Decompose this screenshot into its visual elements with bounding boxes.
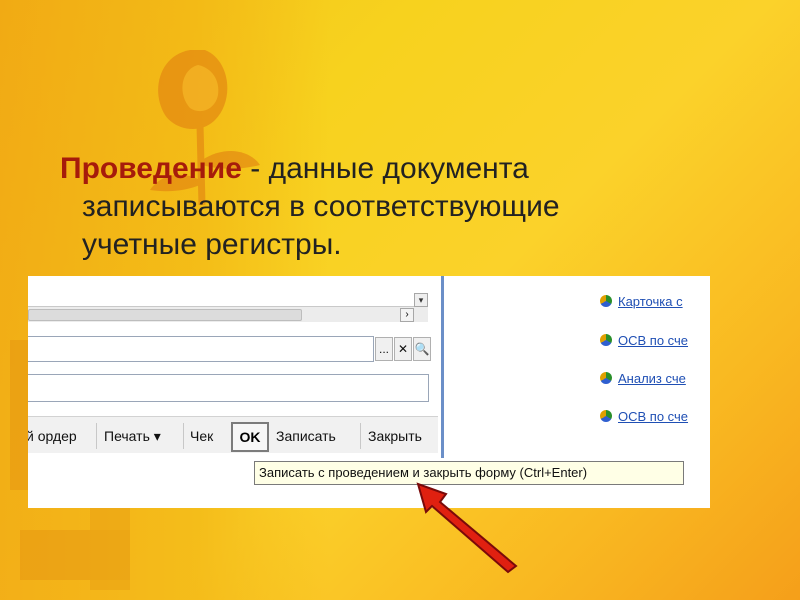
order-button[interactable]: й ордер bbox=[28, 426, 77, 446]
globe-icon bbox=[600, 372, 612, 384]
reference-input[interactable] bbox=[28, 336, 374, 362]
software-screenshot: ▾ › ... ✕ 🔍 й ордер Печать ▾ Чек OK Запи… bbox=[28, 276, 710, 508]
report-label: Карточка с bbox=[618, 294, 683, 309]
ok-button[interactable]: OK bbox=[231, 422, 269, 452]
globe-icon bbox=[600, 410, 612, 422]
search-icon[interactable]: 🔍 bbox=[413, 337, 431, 361]
report-link[interactable]: ОСВ по сче bbox=[600, 331, 688, 351]
form-toolbar: й ордер Печать ▾ Чек OK Записать Закрыть bbox=[28, 416, 438, 453]
headline-line1: данные документа bbox=[268, 152, 529, 185]
save-button[interactable]: Записать bbox=[276, 426, 336, 446]
report-link[interactable]: Карточка с bbox=[600, 292, 683, 312]
headline-separator: - bbox=[241, 152, 269, 185]
check-button[interactable]: Чек bbox=[190, 426, 213, 446]
toolbar-divider bbox=[96, 423, 97, 449]
form-frame: ▾ › ... ✕ 🔍 й ордер Печать ▾ Чек OK Запи… bbox=[28, 276, 444, 458]
headline-term: Проведение bbox=[60, 152, 242, 185]
print-label: Печать bbox=[104, 428, 150, 444]
choose-button[interactable]: ... bbox=[375, 337, 393, 361]
globe-icon bbox=[600, 295, 612, 307]
clear-button[interactable]: ✕ bbox=[394, 337, 412, 361]
scrollbar-thumb[interactable] bbox=[28, 309, 302, 321]
comment-input[interactable] bbox=[28, 374, 429, 402]
report-link[interactable]: ОСВ по сче bbox=[600, 407, 688, 427]
toolbar-divider bbox=[360, 423, 361, 449]
horizontal-scrollbar[interactable]: › bbox=[28, 307, 428, 322]
toolbar-divider bbox=[183, 423, 184, 449]
scroll-right-button[interactable]: › bbox=[400, 308, 414, 322]
report-label: ОСВ по сче bbox=[618, 333, 689, 348]
pointer-arrow-icon bbox=[416, 482, 518, 574]
slide-headline: Проведение - данные документа записывают… bbox=[60, 150, 760, 264]
globe-icon bbox=[600, 334, 612, 346]
headline-line3: учетные регистры. bbox=[82, 228, 342, 261]
report-link[interactable]: Анализ сче bbox=[600, 369, 686, 389]
report-label: Анализ сче bbox=[618, 371, 686, 386]
close-button[interactable]: Закрыть bbox=[368, 426, 422, 446]
list-area[interactable] bbox=[28, 276, 428, 307]
report-label: ОСВ по сче bbox=[618, 409, 689, 424]
chevron-down-icon: ▾ bbox=[153, 428, 161, 444]
headline-line2: записываются в соответствующие bbox=[82, 190, 560, 223]
print-menu-button[interactable]: Печать ▾ bbox=[104, 426, 161, 446]
scroll-down-button[interactable]: ▾ bbox=[414, 293, 428, 307]
